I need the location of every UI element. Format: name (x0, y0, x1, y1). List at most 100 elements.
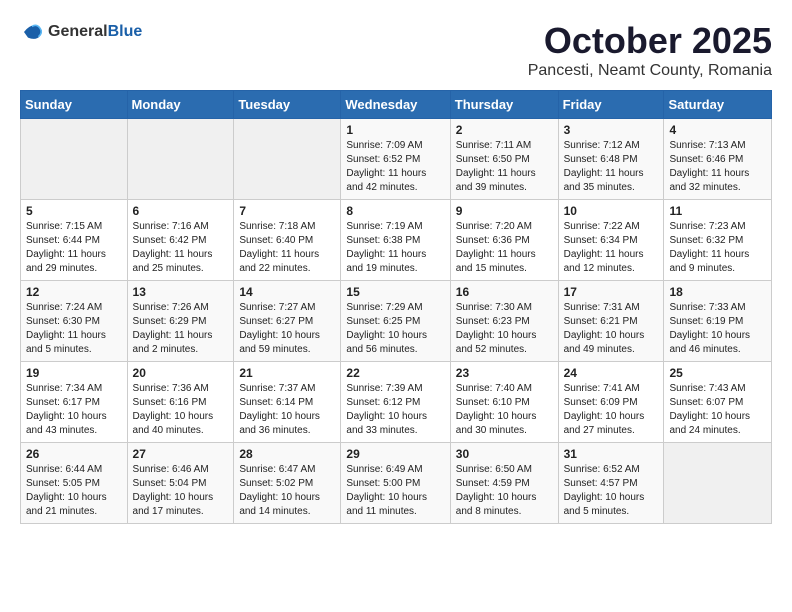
calendar-day-cell: 22 Sunrise: 7:39 AM Sunset: 6:12 PM Dayli… (341, 362, 450, 443)
calendar-day-cell: 9 Sunrise: 7:20 AM Sunset: 6:36 PM Daylig… (450, 200, 558, 281)
calendar-week-row: 19 Sunrise: 7:34 AM Sunset: 6:17 PM Dayli… (21, 362, 772, 443)
calendar-table: SundayMondayTuesdayWednesdayThursdayFrid… (20, 90, 772, 524)
calendar-day-cell: 15Sunrise: 7:29 AM Sunset: 6:25 PM Dayli… (341, 281, 450, 362)
day-number: 7 (239, 204, 335, 218)
day-info: Sunrise: 7:26 AM Sunset: 6:29 PM Dayligh… (133, 301, 229, 357)
day-info: Sunrise: 6:46 AM Sunset: 5:04 PM Dayligh… (133, 463, 229, 519)
weekday-header-monday: Monday (127, 91, 234, 119)
day-number: 24 (564, 366, 659, 380)
day-number: 3 (564, 123, 659, 137)
page-header: GeneralBlue October 2025 Pancesti, Neamt… (20, 20, 772, 80)
day-info: Sunrise: 7:30 AM Sunset: 6:23 PM Dayligh… (456, 301, 553, 357)
day-info: Sunrise: 7:11 AM Sunset: 6:50 PM Dayligh… (456, 139, 553, 195)
calendar-day-cell: 11Sunrise: 7:23 AM Sunset: 6:32 PM Dayli… (664, 200, 772, 281)
calendar-day-cell: 28 Sunrise: 6:47 AM Sunset: 5:02 PM Dayli… (234, 443, 341, 524)
day-number: 8 (346, 204, 444, 218)
empty-calendar-cell (664, 443, 772, 524)
calendar-day-cell: 23Sunrise: 7:40 AM Sunset: 6:10 PM Dayli… (450, 362, 558, 443)
day-info: Sunrise: 7:40 AM Sunset: 6:10 PM Dayligh… (456, 382, 553, 438)
calendar-day-cell: 19 Sunrise: 7:34 AM Sunset: 6:17 PM Dayli… (21, 362, 128, 443)
calendar-day-cell: 5 Sunrise: 7:15 AM Sunset: 6:44 PM Daylig… (21, 200, 128, 281)
calendar-day-cell: 16 Sunrise: 7:30 AM Sunset: 6:23 PM Dayli… (450, 281, 558, 362)
calendar-day-cell: 1 Sunrise: 7:09 AM Sunset: 6:52 PM Daylig… (341, 119, 450, 200)
calendar-day-cell: 14Sunrise: 7:27 AM Sunset: 6:27 PM Dayli… (234, 281, 341, 362)
weekday-header-saturday: Saturday (664, 91, 772, 119)
logo: GeneralBlue (20, 20, 142, 44)
location-title: Pancesti, Neamt County, Romania (528, 62, 772, 80)
calendar-day-cell: 21 Sunrise: 7:37 AM Sunset: 6:14 PM Dayli… (234, 362, 341, 443)
day-info: Sunrise: 6:47 AM Sunset: 5:02 PM Dayligh… (239, 463, 335, 519)
calendar-week-row: 26 Sunrise: 6:44 AM Sunset: 5:05 PM Dayli… (21, 443, 772, 524)
calendar-day-cell: 2 Sunrise: 7:11 AM Sunset: 6:50 PM Daylig… (450, 119, 558, 200)
day-number: 31 (564, 447, 659, 461)
logo-text: GeneralBlue (48, 23, 142, 41)
day-number: 20 (133, 366, 229, 380)
day-info: Sunrise: 7:41 AM Sunset: 6:09 PM Dayligh… (564, 382, 659, 438)
day-info: Sunrise: 7:43 AM Sunset: 6:07 PM Dayligh… (669, 382, 766, 438)
day-number: 21 (239, 366, 335, 380)
logo-blue: Blue (108, 23, 143, 40)
weekday-header-wednesday: Wednesday (341, 91, 450, 119)
weekday-header-friday: Friday (558, 91, 664, 119)
day-info: Sunrise: 7:36 AM Sunset: 6:16 PM Dayligh… (133, 382, 229, 438)
logo-icon (20, 20, 44, 44)
calendar-day-cell: 26 Sunrise: 6:44 AM Sunset: 5:05 PM Dayli… (21, 443, 128, 524)
day-info: Sunrise: 7:20 AM Sunset: 6:36 PM Dayligh… (456, 220, 553, 276)
day-info: Sunrise: 6:44 AM Sunset: 5:05 PM Dayligh… (26, 463, 122, 519)
day-info: Sunrise: 7:33 AM Sunset: 6:19 PM Dayligh… (669, 301, 766, 357)
day-info: Sunrise: 7:34 AM Sunset: 6:17 PM Dayligh… (26, 382, 122, 438)
calendar-day-cell: 3 Sunrise: 7:12 AM Sunset: 6:48 PM Daylig… (558, 119, 664, 200)
calendar-day-cell: 29Sunrise: 6:49 AM Sunset: 5:00 PM Dayli… (341, 443, 450, 524)
day-number: 1 (346, 123, 444, 137)
calendar-day-cell: 13Sunrise: 7:26 AM Sunset: 6:29 PM Dayli… (127, 281, 234, 362)
empty-calendar-cell (21, 119, 128, 200)
day-info: Sunrise: 6:50 AM Sunset: 4:59 PM Dayligh… (456, 463, 553, 519)
calendar-day-cell: 10Sunrise: 7:22 AM Sunset: 6:34 PM Dayli… (558, 200, 664, 281)
calendar-day-cell: 20 Sunrise: 7:36 AM Sunset: 6:16 PM Dayli… (127, 362, 234, 443)
calendar-day-cell: 18Sunrise: 7:33 AM Sunset: 6:19 PM Dayli… (664, 281, 772, 362)
calendar-week-row: 12 Sunrise: 7:24 AM Sunset: 6:30 PM Dayli… (21, 281, 772, 362)
day-number: 27 (133, 447, 229, 461)
calendar-day-cell: 6Sunrise: 7:16 AM Sunset: 6:42 PM Daylig… (127, 200, 234, 281)
day-number: 12 (26, 285, 122, 299)
empty-calendar-cell (234, 119, 341, 200)
day-number: 11 (669, 204, 766, 218)
day-number: 5 (26, 204, 122, 218)
month-title: October 2025 (528, 20, 772, 62)
day-info: Sunrise: 7:09 AM Sunset: 6:52 PM Dayligh… (346, 139, 444, 195)
day-info: Sunrise: 7:29 AM Sunset: 6:25 PM Dayligh… (346, 301, 444, 357)
calendar-day-cell: 30 Sunrise: 6:50 AM Sunset: 4:59 PM Dayli… (450, 443, 558, 524)
weekday-header-row: SundayMondayTuesdayWednesdayThursdayFrid… (21, 91, 772, 119)
day-number: 19 (26, 366, 122, 380)
day-number: 9 (456, 204, 553, 218)
logo-general: General (48, 23, 108, 40)
day-number: 30 (456, 447, 553, 461)
day-info: Sunrise: 7:22 AM Sunset: 6:34 PM Dayligh… (564, 220, 659, 276)
day-info: Sunrise: 7:37 AM Sunset: 6:14 PM Dayligh… (239, 382, 335, 438)
calendar-day-cell: 8Sunrise: 7:19 AM Sunset: 6:38 PM Daylig… (341, 200, 450, 281)
calendar-day-cell: 4Sunrise: 7:13 AM Sunset: 6:46 PM Daylig… (664, 119, 772, 200)
day-info: Sunrise: 7:39 AM Sunset: 6:12 PM Dayligh… (346, 382, 444, 438)
day-number: 22 (346, 366, 444, 380)
calendar-week-row: 1 Sunrise: 7:09 AM Sunset: 6:52 PM Daylig… (21, 119, 772, 200)
day-info: Sunrise: 7:16 AM Sunset: 6:42 PM Dayligh… (133, 220, 229, 276)
calendar-day-cell: 27 Sunrise: 6:46 AM Sunset: 5:04 PM Dayli… (127, 443, 234, 524)
empty-calendar-cell (127, 119, 234, 200)
day-number: 17 (564, 285, 659, 299)
calendar-day-cell: 17Sunrise: 7:31 AM Sunset: 6:21 PM Dayli… (558, 281, 664, 362)
day-number: 2 (456, 123, 553, 137)
day-number: 26 (26, 447, 122, 461)
weekday-header-sunday: Sunday (21, 91, 128, 119)
calendar-day-cell: 24 Sunrise: 7:41 AM Sunset: 6:09 PM Dayli… (558, 362, 664, 443)
day-number: 16 (456, 285, 553, 299)
day-info: Sunrise: 7:24 AM Sunset: 6:30 PM Dayligh… (26, 301, 122, 357)
day-number: 28 (239, 447, 335, 461)
day-info: Sunrise: 7:15 AM Sunset: 6:44 PM Dayligh… (26, 220, 122, 276)
day-info: Sunrise: 7:27 AM Sunset: 6:27 PM Dayligh… (239, 301, 335, 357)
day-info: Sunrise: 7:12 AM Sunset: 6:48 PM Dayligh… (564, 139, 659, 195)
weekday-header-thursday: Thursday (450, 91, 558, 119)
day-info: Sunrise: 6:52 AM Sunset: 4:57 PM Dayligh… (564, 463, 659, 519)
calendar-day-cell: 7Sunrise: 7:18 AM Sunset: 6:40 PM Daylig… (234, 200, 341, 281)
calendar-day-cell: 31 Sunrise: 6:52 AM Sunset: 4:57 PM Dayli… (558, 443, 664, 524)
day-number: 29 (346, 447, 444, 461)
